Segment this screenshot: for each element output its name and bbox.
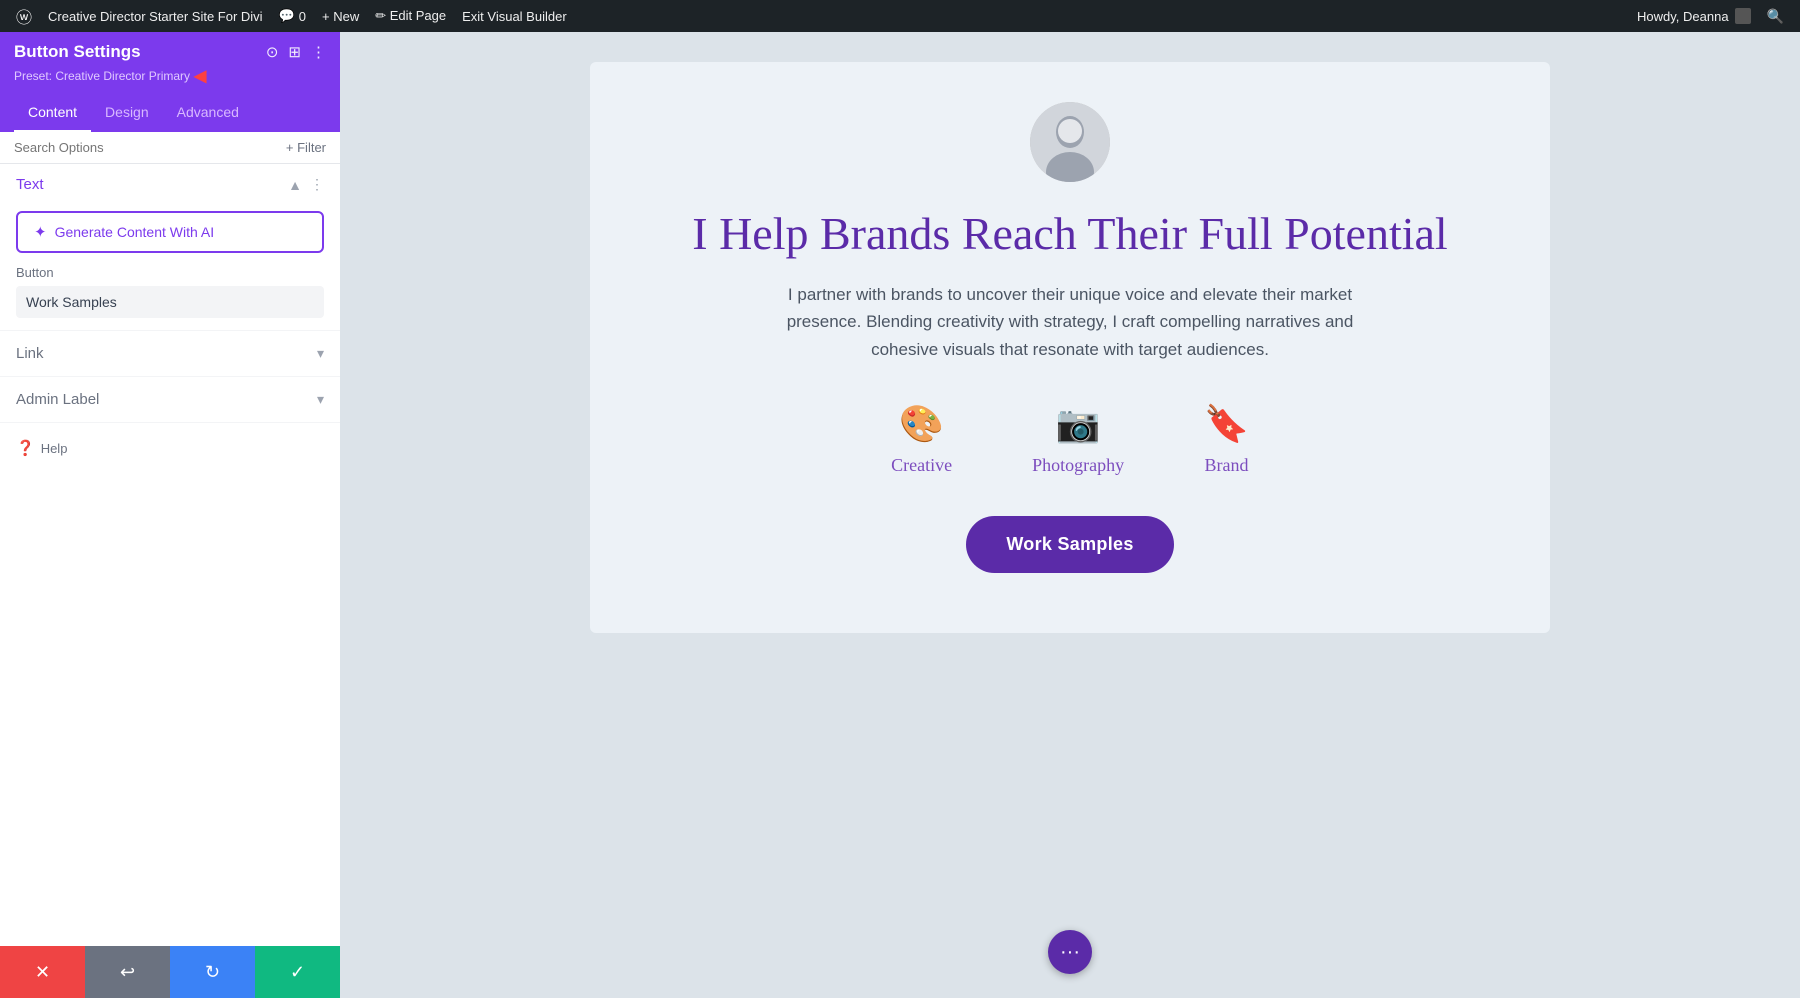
icons-row: 🎨 Creative 📷 Photography 🔖 Brand [891, 403, 1249, 476]
cancel-icon: ✕ [35, 962, 50, 983]
wp-admin-bar: ⓦ Creative Director Starter Site For Div… [0, 0, 1800, 32]
edit-page-label: ✏ Edit Page [375, 8, 446, 24]
undo-icon: ↩ [120, 962, 135, 983]
wp-icon: ⓦ [16, 4, 32, 28]
preset-arrow: ◀ [194, 66, 206, 86]
help-section[interactable]: ❓ Help [0, 423, 340, 473]
canvas-area: I Help Brands Reach Their Full Potential… [340, 32, 1800, 998]
panel-title: Button Settings [14, 42, 141, 62]
admin-site-name[interactable]: Creative Director Starter Site For Divi [40, 0, 271, 32]
panel-icon-viewfinder[interactable]: ⊙ [266, 43, 279, 61]
brand-label: Brand [1204, 455, 1248, 476]
button-field-group: Button [0, 265, 340, 330]
generate-ai-button[interactable]: ✦ Generate Content With AI [16, 211, 324, 253]
creative-label: Creative [891, 455, 952, 476]
link-section-title: Link [16, 345, 44, 362]
panel-header: Button Settings ⊙ ⊞ ⋮ Preset: Creative D… [0, 32, 340, 94]
text-section-header[interactable]: Text ▲ ⋮ [0, 164, 340, 205]
admin-edit-page[interactable]: ✏ Edit Page [367, 0, 454, 32]
panel-icon-columns[interactable]: ⊞ [288, 43, 301, 61]
cancel-button[interactable]: ✕ [0, 946, 85, 998]
fab-button[interactable]: ··· [1048, 930, 1092, 974]
ai-button-label: Generate Content With AI [55, 224, 215, 240]
admin-label-section[interactable]: Admin Label ▾ [0, 377, 340, 423]
page-card: I Help Brands Reach Their Full Potential… [590, 62, 1550, 633]
text-section-title: Text [16, 176, 44, 193]
creative-icon: 🎨 [899, 403, 944, 445]
text-section: Text ▲ ⋮ ✦ Generate Content With AI Butt… [0, 164, 340, 331]
redo-icon: ↻ [205, 962, 220, 983]
admin-comments[interactable]: 💬 0 [271, 0, 314, 32]
confirm-icon: ✓ [290, 962, 305, 983]
photography-icon: 📷 [1056, 403, 1101, 445]
more-icon[interactable]: ⋮ [310, 176, 324, 193]
collapse-icon[interactable]: ▲ [288, 177, 302, 193]
help-icon: ❓ [16, 439, 35, 457]
panel-bottom-bar: ✕ ↩ ↻ ✓ [0, 946, 340, 998]
link-section-arrow: ▾ [317, 345, 324, 362]
ai-icon: ✦ [34, 223, 47, 241]
panel-icon-more[interactable]: ⋮ [311, 43, 326, 61]
admin-exit-builder[interactable]: Exit Visual Builder [454, 0, 575, 32]
icon-item-brand: 🔖 Brand [1204, 403, 1249, 476]
tab-content[interactable]: Content [14, 94, 91, 132]
wp-logo[interactable]: ⓦ [8, 0, 40, 32]
button-field-label: Button [16, 265, 324, 280]
panel-preset[interactable]: Preset: Creative Director Primary ◀ [14, 66, 326, 86]
fab-icon: ··· [1060, 941, 1080, 964]
avatar [1030, 102, 1110, 182]
cta-label: Work Samples [1006, 534, 1133, 554]
icon-item-photography: 📷 Photography [1032, 403, 1124, 476]
new-label: + New [322, 9, 359, 24]
help-label: Help [41, 441, 68, 456]
button-text-input[interactable] [16, 286, 324, 318]
admin-new[interactable]: + New [314, 0, 367, 32]
brand-icon: 🔖 [1204, 403, 1249, 445]
preset-label: Preset: Creative Director Primary [14, 69, 190, 83]
undo-button[interactable]: ↩ [85, 946, 170, 998]
tab-advanced[interactable]: Advanced [163, 94, 253, 132]
cta-work-samples-button[interactable]: Work Samples [966, 516, 1173, 573]
tab-design[interactable]: Design [91, 94, 163, 132]
comments-count: 0 [299, 9, 306, 24]
icon-item-creative: 🎨 Creative [891, 403, 952, 476]
redo-button[interactable]: ↻ [170, 946, 255, 998]
admin-label-arrow: ▾ [317, 391, 324, 408]
howdy-text: Howdy, Deanna [1637, 9, 1729, 24]
panel-tabs: Content Design Advanced [0, 94, 340, 132]
hero-title: I Help Brands Reach Their Full Potential [692, 206, 1447, 261]
site-name-text: Creative Director Starter Site For Divi [48, 9, 263, 24]
hero-subtitle: I partner with brands to uncover their u… [760, 281, 1380, 363]
filter-button[interactable]: + Filter [286, 140, 326, 155]
exit-builder-label: Exit Visual Builder [462, 9, 567, 24]
confirm-button[interactable]: ✓ [255, 946, 340, 998]
comments-icon: 💬 [279, 8, 295, 24]
admin-label-section-title: Admin Label [16, 391, 99, 408]
text-section-controls: ▲ ⋮ [288, 176, 324, 193]
link-section[interactable]: Link ▾ [0, 331, 340, 377]
panel-search-bar: + Filter [0, 132, 340, 164]
panel-header-icons: ⊙ ⊞ ⋮ [266, 43, 326, 61]
admin-avatar [1735, 8, 1751, 24]
search-input[interactable] [14, 140, 280, 155]
left-panel: Button Settings ⊙ ⊞ ⋮ Preset: Creative D… [0, 32, 340, 998]
admin-search-icon[interactable]: 🔍 [1759, 8, 1792, 25]
photography-label: Photography [1032, 455, 1124, 476]
admin-howdy: Howdy, Deanna [1629, 8, 1759, 24]
